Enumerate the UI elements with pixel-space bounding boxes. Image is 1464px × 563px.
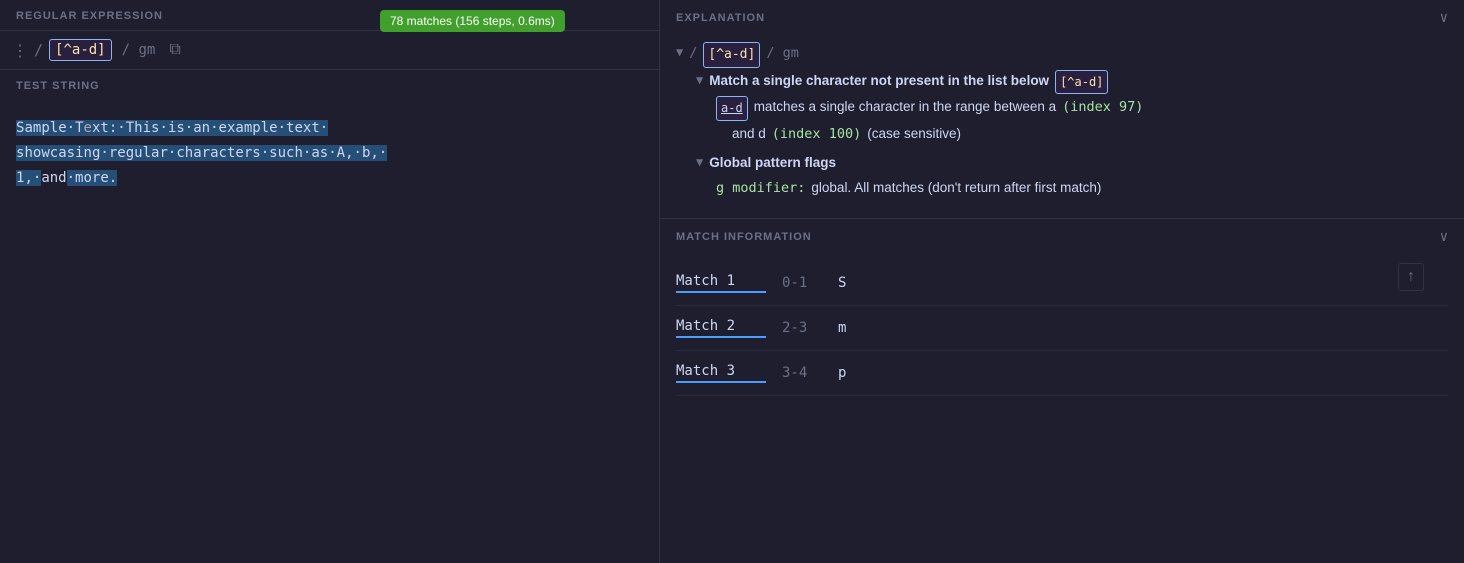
exp-main-pattern: [^a-d] — [703, 42, 760, 68]
test-string-line-1: Sample·Text:·This·is·an·example·text· — [16, 116, 643, 141]
match-range-2: 2-3 — [782, 320, 822, 336]
exp-match-pattern: [^a-d] — [1055, 70, 1108, 94]
exp-global-text: global. All matches (don't return after … — [811, 177, 1101, 200]
exp-range-suffix: (case sensitive) — [867, 123, 961, 146]
right-panel: EXPLANATION ∨ ▼ / [^a-d] / gm ▼ Match a … — [660, 0, 1464, 563]
test-string-section: TEST STRING Sample·Text:·This·is·an·exam… — [0, 70, 659, 563]
match-value-1: S — [838, 275, 846, 291]
exp-pattern-row: ▼ / [^a-d] / gm — [676, 42, 1448, 68]
match-info-chevron[interactable]: ∨ — [1440, 229, 1448, 245]
explanation-section: EXPLANATION ∨ ▼ / [^a-d] / gm ▼ Match a … — [660, 0, 1464, 219]
regex-bar: ⋮ / [^a-d] / gm ⧉ — [0, 31, 659, 70]
regex-flags: / gm — [118, 42, 160, 58]
left-slash: / — [34, 41, 43, 59]
match-info-body: ↑ Match 1 0-1 S Match 2 2-3 m Match 3 3-… — [660, 253, 1464, 563]
exp-match-row: ▼ Match a single character not present i… — [676, 70, 1448, 94]
match-info-section: MATCH INFORMATION ∨ ↑ Match 1 0-1 S Matc… — [660, 219, 1464, 563]
regex-dots[interactable]: ⋮ — [12, 41, 28, 60]
regex-pattern[interactable]: [^a-d] — [49, 39, 112, 61]
match-value-2: m — [838, 320, 846, 336]
match-item-3: Match 3 3-4 p — [676, 351, 1448, 396]
exp-range-index-d: (index 100) — [772, 123, 861, 146]
match-range-3: 3-4 — [782, 365, 822, 381]
match-label-1: Match 1 — [676, 273, 766, 293]
exp-slash-left: / — [689, 42, 697, 65]
test-string-line-2: showcasing·regular·characters·such·as·A,… — [16, 141, 643, 166]
explanation-label: EXPLANATION — [676, 12, 765, 24]
exp-global-row: ▼ Global pattern flags — [676, 152, 1448, 175]
left-panel: REGULAR EXPRESSION 78 matches (156 steps… — [0, 0, 660, 563]
exp-flags: / gm — [766, 42, 799, 65]
exp-range-row: a-d matches a single character in the ra… — [676, 96, 1448, 120]
exp-range-and: and d — [732, 123, 766, 146]
exp-range-pattern: a-d — [716, 96, 748, 120]
exp-global-detail: g modifier: global. All matches (don't r… — [676, 177, 1448, 200]
match-range-1: 0-1 — [782, 275, 822, 291]
test-string-content[interactable]: Sample·Text:·This·is·an·example·text· sh… — [0, 100, 659, 563]
match-label-3: Match 3 — [676, 363, 766, 383]
and-text: and — [41, 170, 66, 186]
match-item-2: Match 2 2-3 m — [676, 306, 1448, 351]
match-item-1: Match 1 0-1 S — [676, 261, 1448, 306]
exp-collapse-arrow[interactable]: ▼ — [676, 42, 683, 62]
exp-global-arrow[interactable]: ▼ — [696, 152, 703, 172]
exp-global-bold: Global pattern flags — [709, 152, 836, 175]
share-button[interactable]: ↑ — [1398, 263, 1424, 291]
match-label-2: Match 2 — [676, 318, 766, 338]
exp-range-index-a: (index 97) — [1062, 96, 1143, 119]
exp-range-row2: and d (index 100) (case sensitive) — [676, 123, 1448, 146]
matches-badge: 78 matches (156 steps, 0.6ms) — [380, 10, 565, 32]
exp-global-code: g modifier: — [716, 177, 805, 200]
copy-button[interactable]: ⧉ — [165, 39, 184, 61]
explanation-chevron[interactable]: ∨ — [1440, 10, 1448, 26]
match-info-label: MATCH INFORMATION — [676, 231, 812, 243]
exp-match-bold: Match a single character not present in … — [709, 70, 1049, 93]
test-string-line-3: 1,·and·more. — [16, 166, 643, 191]
match-info-title-bar: MATCH INFORMATION ∨ — [660, 219, 1464, 253]
explanation-body: ▼ / [^a-d] / gm ▼ Match a single charact… — [660, 34, 1464, 218]
match-value-3: p — [838, 365, 846, 381]
exp-sub-arrow[interactable]: ▼ — [696, 70, 703, 90]
explanation-title-bar: EXPLANATION ∨ — [660, 0, 1464, 34]
test-string-label: TEST STRING — [0, 70, 659, 100]
exp-range-middle: matches a single character in the range … — [754, 96, 1056, 119]
